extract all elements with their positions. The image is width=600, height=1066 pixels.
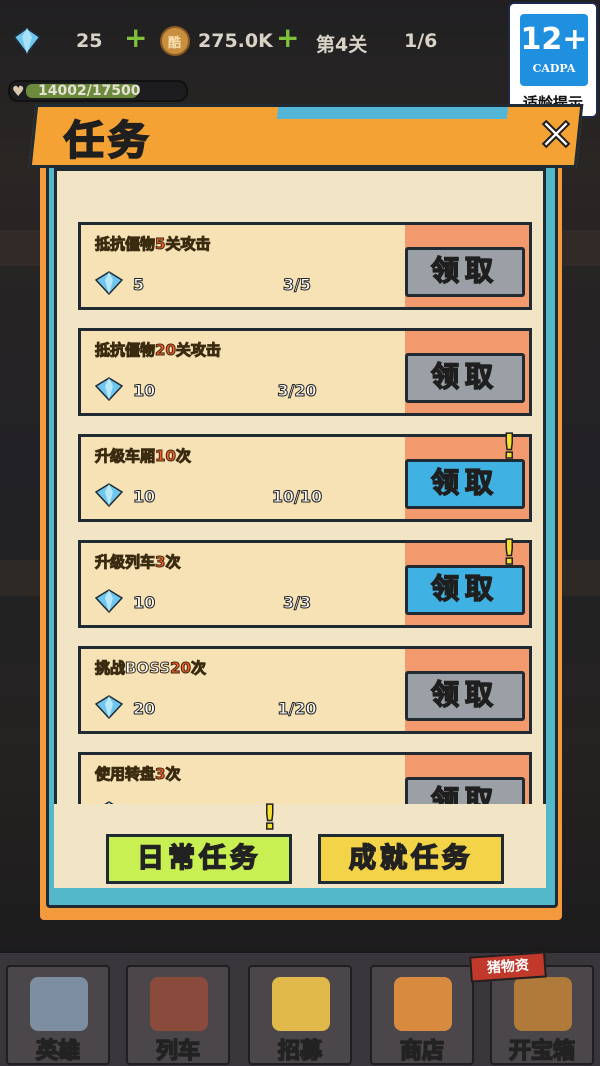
stage-label: 第4关	[316, 34, 368, 56]
coin-count: 275.0K	[198, 30, 273, 52]
task-reward-amount: 10	[132, 487, 156, 507]
task-row: 抵抗僵物5关攻击 5 3/5 领取	[78, 222, 532, 310]
tab-achievement-tasks[interactable]: 成就任务	[318, 834, 504, 884]
nav-item-heroes[interactable]: 英雄	[6, 965, 110, 1065]
hp-text: 14002/17500	[38, 83, 141, 99]
task-label: 抵抗僵物20关攻击	[94, 341, 221, 360]
claim-button[interactable]: 领取	[405, 247, 525, 297]
chest-icon	[514, 977, 572, 1031]
tab-daily-tasks[interactable]: 日常任务	[106, 834, 292, 884]
tab-alert-icon: !	[261, 797, 278, 839]
claim-alert-icon: !	[501, 532, 518, 574]
gem-icon	[12, 26, 42, 56]
task-reward-amount: 10	[132, 593, 156, 613]
nav-item-shop[interactable]: 商店	[370, 965, 474, 1065]
task-row: 使用转盘3次领取	[78, 752, 532, 804]
age-rating-value: 12+	[520, 22, 588, 57]
nav-label: 招募	[277, 1038, 323, 1065]
gem-icon	[95, 271, 123, 295]
claim-button[interactable]: 领取	[405, 777, 525, 804]
gem-icon	[95, 589, 123, 613]
nav-label: 英雄	[35, 1038, 81, 1065]
claim-alert-icon: !	[501, 426, 518, 468]
task-row: 升级列车3次 10 3/3 领取!	[78, 532, 532, 628]
gem-icon	[95, 695, 123, 719]
age-rating-badge: 12+ CADPA 适龄提示	[508, 2, 598, 118]
hero-icon	[30, 977, 88, 1031]
gem-count: 25	[76, 30, 103, 52]
dialog-title: 任务	[63, 117, 152, 165]
recruit-icon	[272, 977, 330, 1031]
task-progress: 1/20	[277, 699, 317, 719]
claim-button[interactable]: 领取	[405, 353, 525, 403]
hp-bar: ♥ 14002/17500	[8, 80, 188, 102]
wave-counter: 1/6	[404, 30, 438, 52]
task-reward-amount: 20	[132, 699, 156, 719]
task-label: 挑战BOSS20次	[94, 659, 207, 678]
claim-button[interactable]: 领取	[405, 671, 525, 721]
task-label: 升级列车3次	[94, 553, 181, 572]
nav-label: 商店	[399, 1038, 445, 1065]
task-progress: 10/10	[271, 487, 323, 507]
task-row: 抵抗僵物20关攻击 10 3/20 领取	[78, 328, 532, 416]
top-hud: 25 + 酷 275.0K + 第4关 1/6	[0, 22, 510, 66]
gem-icon	[95, 377, 123, 401]
task-progress: 3/5	[282, 275, 312, 295]
nav-label: 列车	[155, 1038, 201, 1065]
shop-icon	[394, 977, 452, 1031]
train-icon	[150, 977, 208, 1031]
task-row: 升级车厢10次 10 10/10 领取!	[78, 426, 532, 522]
shop-tag-badge: 猪物资	[469, 951, 547, 983]
coin-icon: 酷	[160, 26, 190, 56]
gem-icon	[95, 483, 123, 507]
task-progress: 3/20	[277, 381, 317, 401]
add-coins-button[interactable]: +	[276, 24, 299, 52]
add-gems-button[interactable]: +	[124, 24, 147, 52]
nav-item-train[interactable]: 列车	[126, 965, 230, 1065]
nav-item-recruit[interactable]: 招募	[248, 965, 352, 1065]
task-progress: 3/3	[282, 593, 312, 613]
task-reward-amount: 10	[132, 381, 156, 401]
close-button[interactable]: ✕	[533, 113, 579, 160]
task-row: 挑战BOSS20次 20 1/20 领取	[78, 646, 532, 734]
task-list[interactable]: 抵抗僵物5关攻击 5 3/5 领取 抵抗僵物20关攻击 10 3/20 领取 升级车厢10次 10…	[54, 200, 546, 804]
task-reward-amount: 5	[132, 275, 145, 295]
age-rating-box: 12+ CADPA	[520, 14, 588, 86]
task-label: 抵抗僵物5关攻击	[94, 235, 211, 254]
nav-label: 开宝箱	[508, 1038, 576, 1065]
task-label: 使用转盘3次	[94, 765, 181, 784]
heart-icon: ♥	[12, 84, 25, 100]
age-rating-brand: CADPA	[532, 62, 576, 75]
task-label: 升级车厢10次	[94, 447, 191, 466]
